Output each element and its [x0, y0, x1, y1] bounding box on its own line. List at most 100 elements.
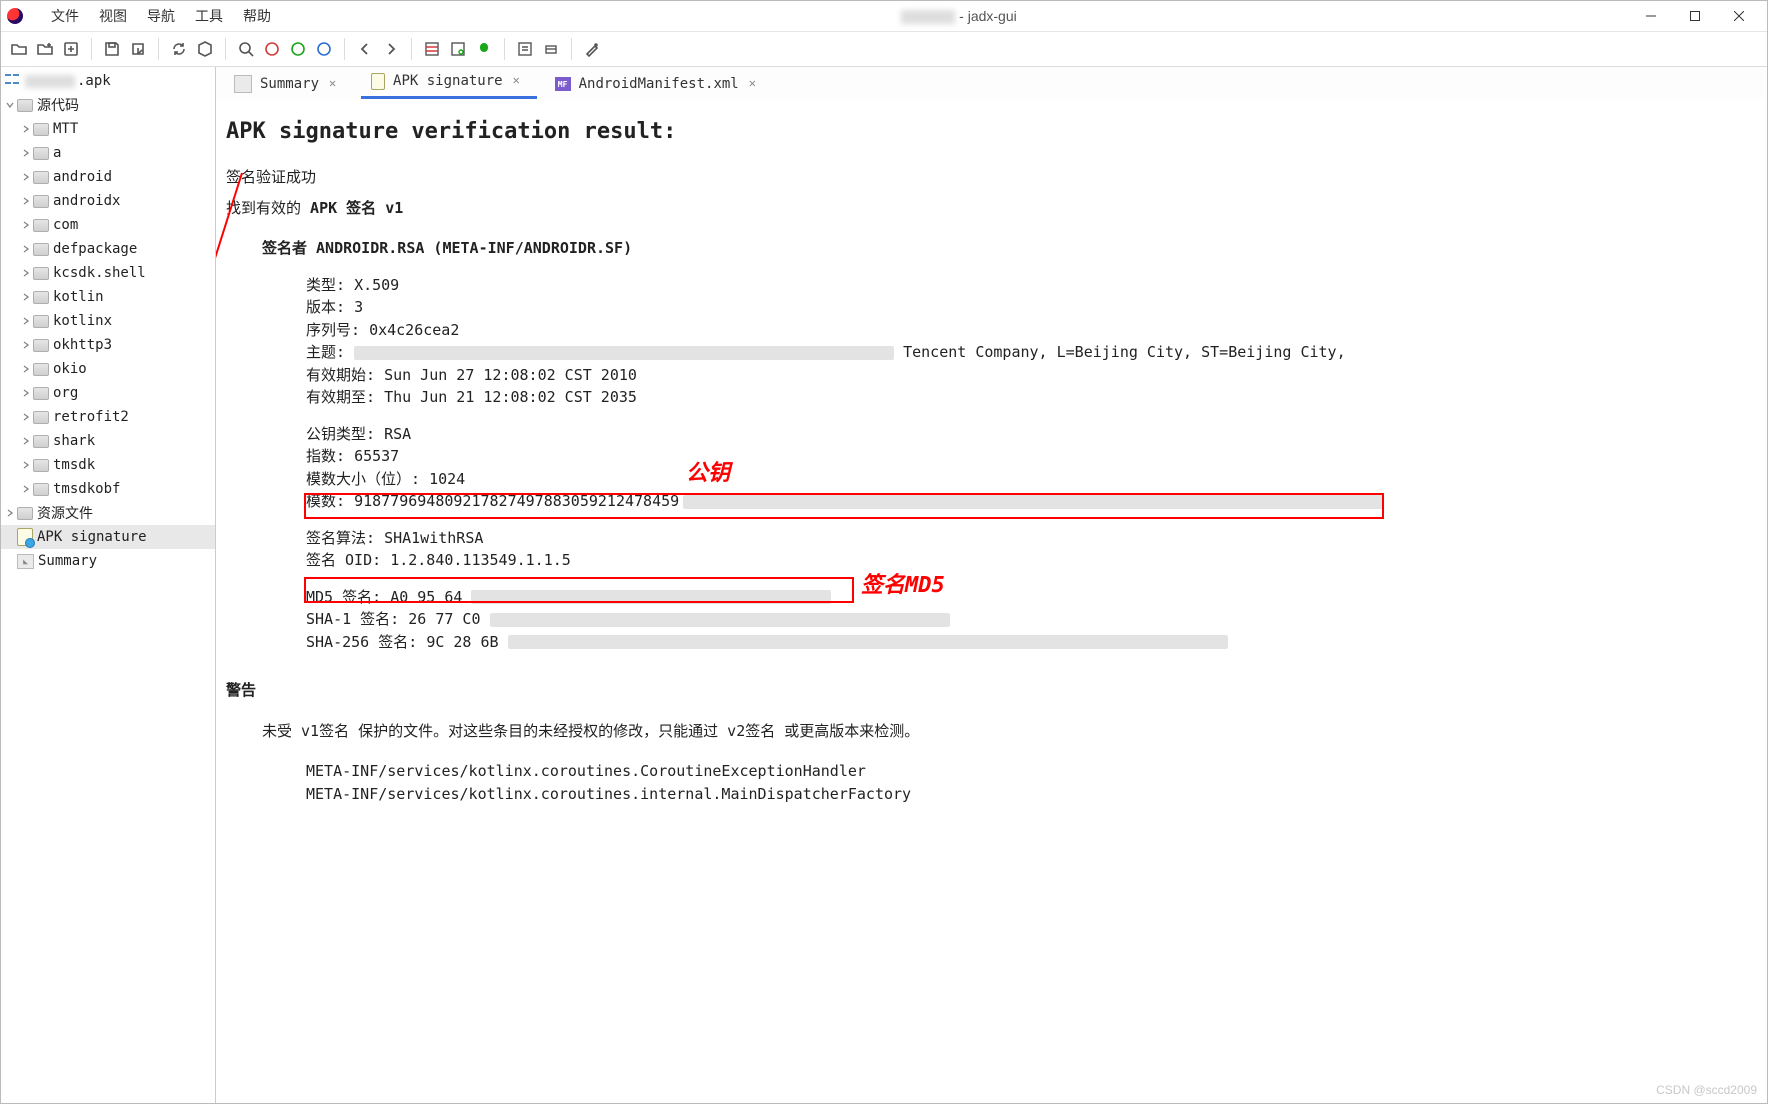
tree-package[interactable]: kcsdk.shell — [1, 261, 215, 285]
chevron-right-icon[interactable] — [19, 314, 33, 328]
open-file-icon[interactable] — [7, 37, 31, 61]
back-icon[interactable] — [353, 37, 377, 61]
export-icon[interactable] — [126, 37, 150, 61]
tree-package[interactable]: shark — [1, 429, 215, 453]
tree-package[interactable]: com — [1, 213, 215, 237]
tree-package[interactable]: okio — [1, 357, 215, 381]
tree-summary[interactable]: Summary — [1, 549, 215, 573]
menu-help[interactable]: 帮助 — [233, 4, 281, 28]
folder-icon — [17, 507, 33, 520]
summary-icon — [234, 75, 252, 93]
tree-package-label: com — [53, 217, 78, 233]
tree-package[interactable]: defpackage — [1, 237, 215, 261]
chevron-right-icon[interactable] — [19, 338, 33, 352]
folder-icon — [33, 411, 49, 424]
goto-line-icon[interactable] — [420, 37, 444, 61]
summary-icon — [17, 554, 34, 569]
chevron-right-icon[interactable] — [19, 386, 33, 400]
search-method-icon[interactable] — [286, 37, 310, 61]
chevron-right-icon[interactable] — [19, 266, 33, 280]
app-window: 文件 视图 导航 工具 帮助 - jadx-gui — [0, 0, 1768, 1104]
tree-package[interactable]: android — [1, 165, 215, 189]
tree-apk-signature[interactable]: APK signature — [1, 525, 215, 549]
search-class-icon[interactable] — [260, 37, 284, 61]
tab-manifest[interactable]: MF AndroidManifest.xml ✕ — [545, 69, 773, 99]
folder-icon — [33, 147, 49, 160]
tree-package[interactable]: okhttp3 — [1, 333, 215, 357]
chevron-down-icon[interactable] — [3, 98, 17, 112]
tree-package[interactable]: kotlin — [1, 285, 215, 309]
memory-icon[interactable] — [539, 37, 563, 61]
signer-block: 签名者 ANDROIDR.RSA (META-INF/ANDROIDR.SF) … — [262, 237, 1757, 653]
tree-package-label: okio — [53, 361, 87, 377]
menu-file[interactable]: 文件 — [41, 4, 89, 28]
tree-resources[interactable]: 资源文件 — [1, 501, 215, 525]
chevron-right-icon[interactable] — [19, 242, 33, 256]
chevron-right-icon[interactable] — [19, 410, 33, 424]
folder-icon — [33, 483, 49, 496]
warning-files: META-INF/services/kotlinx.coroutines.Cor… — [306, 760, 1757, 805]
close-icon[interactable]: ✕ — [513, 74, 527, 88]
tree-apk-signature-label: APK signature — [37, 529, 147, 545]
menu-view[interactable]: 视图 — [89, 4, 137, 28]
tree-package[interactable]: tmsdk — [1, 453, 215, 477]
log-icon[interactable] — [513, 37, 537, 61]
app-icon — [7, 8, 23, 24]
tab-summary[interactable]: Summary ✕ — [224, 69, 353, 99]
preferences-icon[interactable] — [580, 37, 604, 61]
menu-nav[interactable]: 导航 — [137, 4, 185, 28]
tab-label: APK signature — [393, 73, 503, 89]
search-field-icon[interactable] — [312, 37, 336, 61]
warning-header: 警告 — [226, 679, 1757, 702]
tree-package-label: MTT — [53, 121, 78, 137]
add-files-icon[interactable] — [33, 37, 57, 61]
quark-icon[interactable] — [446, 37, 470, 61]
menu-tools[interactable]: 工具 — [185, 4, 233, 28]
chevron-right-icon[interactable] — [19, 482, 33, 496]
tree-package[interactable]: org — [1, 381, 215, 405]
search-icon[interactable] — [234, 37, 258, 61]
folder-icon — [33, 291, 49, 304]
tree-package[interactable]: androidx — [1, 189, 215, 213]
project-tree[interactable]: .apk 源代码 MTT aandroidandroidx com defpackag… — [1, 67, 216, 1103]
new-project-icon[interactable] — [59, 37, 83, 61]
chevron-right-icon[interactable] — [19, 362, 33, 376]
certificate-icon — [17, 528, 33, 546]
tree-source-label: 源代码 — [37, 95, 79, 115]
chevron-right-icon[interactable] — [19, 170, 33, 184]
folder-icon — [33, 459, 49, 472]
tree-source-root[interactable]: 源代码 — [1, 93, 215, 117]
tree-package-label: kotlin — [53, 289, 104, 305]
chevron-right-icon[interactable] — [19, 434, 33, 448]
minimize-button[interactable] — [1629, 2, 1673, 30]
tree-package[interactable]: a — [1, 141, 215, 165]
forward-icon[interactable] — [379, 37, 403, 61]
tree-package[interactable]: kotlinx — [1, 309, 215, 333]
tree-package[interactable]: tmsdkobf — [1, 477, 215, 501]
chevron-right-icon[interactable] — [19, 458, 33, 472]
chevron-right-icon[interactable] — [19, 218, 33, 232]
sync-icon[interactable] — [167, 37, 191, 61]
chevron-right-icon[interactable] — [3, 506, 17, 520]
tree-package[interactable]: retrofit2 — [1, 405, 215, 429]
save-icon[interactable] — [100, 37, 124, 61]
settings-cube-icon[interactable] — [193, 37, 217, 61]
close-icon[interactable]: ✕ — [329, 77, 343, 91]
signer-header: 签名者 ANDROIDR.RSA (META-INF/ANDROIDR.SF) — [262, 237, 1757, 260]
folder-icon — [33, 315, 49, 328]
maximize-button[interactable] — [1673, 2, 1717, 30]
chevron-right-icon[interactable] — [19, 146, 33, 160]
signature-details: 类型: X.509 版本: 3 序列号: 0x4c26cea2 主题: Tenc… — [306, 274, 1757, 654]
tab-apk-signature[interactable]: APK signature ✕ — [361, 66, 537, 99]
tree-package[interactable]: MTT — [1, 117, 215, 141]
chevron-right-icon[interactable] — [19, 194, 33, 208]
folder-icon — [33, 243, 49, 256]
close-button[interactable] — [1717, 2, 1761, 30]
chevron-right-icon[interactable] — [19, 122, 33, 136]
chevron-right-icon[interactable] — [19, 290, 33, 304]
folder-icon — [33, 123, 49, 136]
close-icon[interactable]: ✕ — [749, 77, 763, 91]
tree-root[interactable]: .apk — [1, 69, 215, 93]
folder-icon — [33, 171, 49, 184]
deobfuscate-icon[interactable] — [472, 37, 496, 61]
